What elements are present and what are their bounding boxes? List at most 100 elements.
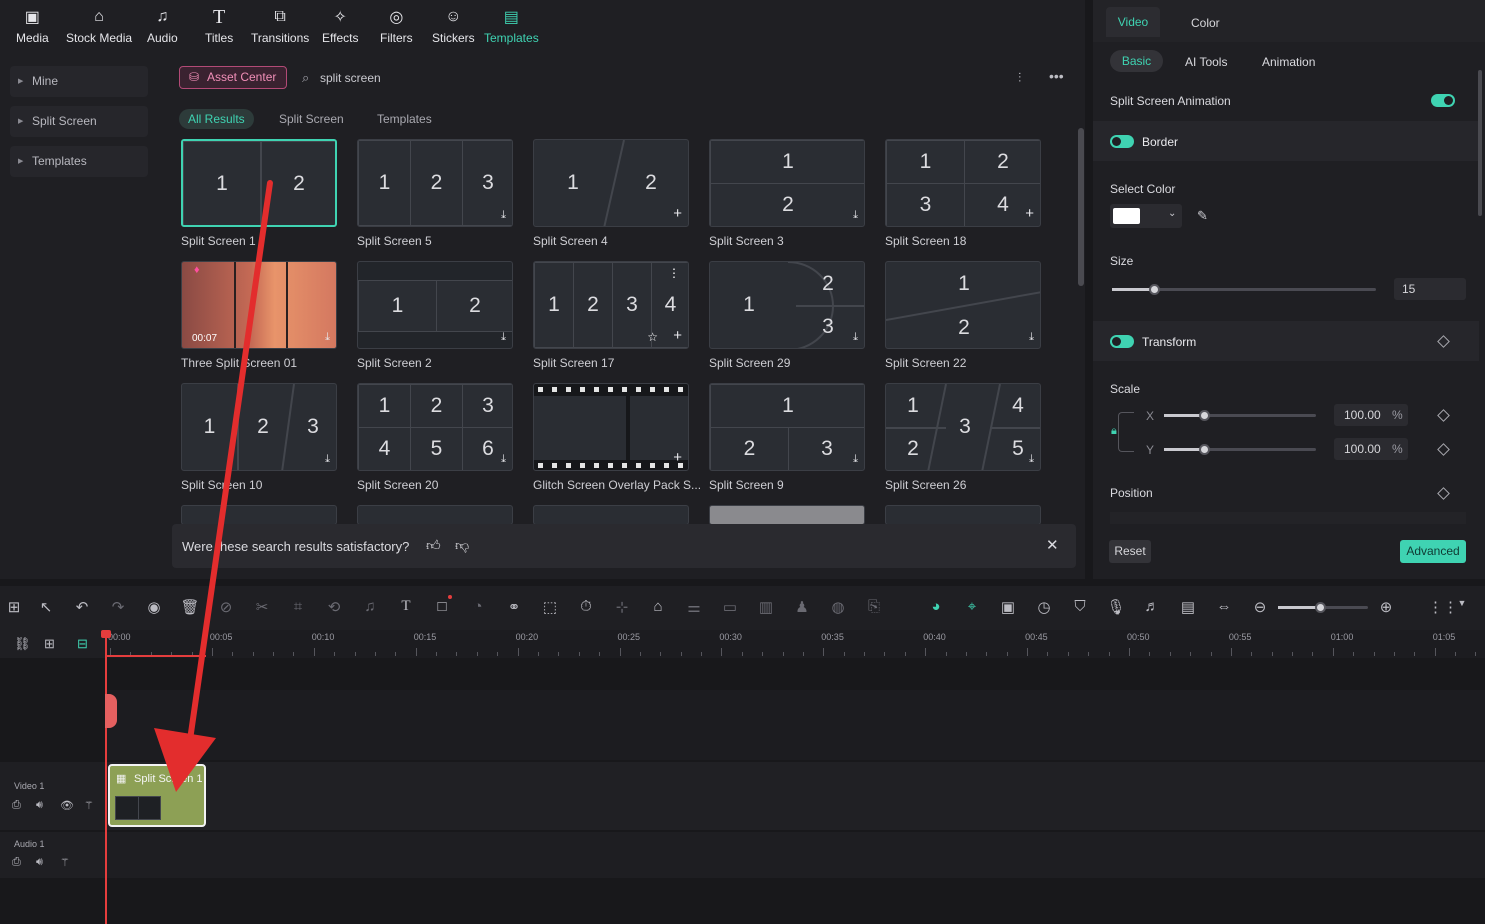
toolbar-stock-media[interactable]: ⌂ Stock Media	[66, 6, 132, 45]
magic-wand-icon[interactable]: ⚚	[84, 799, 94, 812]
template-thumb-split-screen-10[interactable]: 1 2 3 ⤓	[181, 383, 337, 471]
template-thumb-split-screen-4[interactable]: 1 2 +	[533, 139, 689, 227]
template-thumb-split-screen-9[interactable]: 1 2 3 ⤓	[709, 383, 865, 471]
filter-sort-icon[interactable]: ⫶	[1018, 70, 1021, 86]
play-circle-icon[interactable]: ◷	[1034, 598, 1054, 616]
download-icon[interactable]: ⤓	[853, 209, 858, 222]
scale-x-field[interactable]: 100.00%	[1334, 404, 1408, 426]
download-icon[interactable]: ⤓	[325, 453, 330, 466]
lock-track-icon[interactable]: ⎙	[12, 799, 21, 812]
template-thumb-split-screen-18[interactable]: 1 2 3 4 +	[885, 139, 1041, 227]
download-icon[interactable]: ⤓	[1029, 453, 1034, 466]
toolbar-effects[interactable]: ✧ Effects	[322, 6, 358, 45]
template-thumb-split-screen-17[interactable]: 1 2 3 4 ⋮ ☆ +	[533, 261, 689, 349]
music-list-icon[interactable]: ♬	[1142, 598, 1162, 615]
download-icon[interactable]: ⤓	[501, 209, 506, 222]
advanced-button[interactable]: Advanced	[1400, 540, 1466, 563]
voice-icon[interactable]: ◍	[828, 598, 848, 616]
add-icon[interactable]: +	[673, 205, 682, 222]
redo-icon[interactable]: ↷	[108, 598, 128, 616]
template-thumb-split-screen-5[interactable]: 1 2 3 ⤓	[357, 139, 513, 227]
add-track-icon[interactable]: ⊞	[44, 636, 55, 652]
asset-center-button[interactable]: ⛁ Asset Center	[179, 66, 287, 89]
add-icon[interactable]: +	[673, 449, 682, 466]
scale-y-field[interactable]: 100.00%	[1334, 438, 1408, 460]
layout-grid-icon[interactable]: ⊞	[4, 598, 24, 616]
select-tool-icon[interactable]: ↖	[36, 598, 56, 616]
view-options-icon[interactable]: ⋮⋮	[1428, 598, 1458, 616]
translate-icon[interactable]: ⎘	[864, 598, 884, 615]
filter-all-results[interactable]: All Results	[179, 109, 254, 129]
text-tool-icon[interactable]: T	[396, 598, 416, 615]
rectangle-tool-icon[interactable]: □	[432, 598, 452, 615]
ai-tool-icon[interactable]: ◉	[144, 598, 164, 616]
thumbs-down-icon[interactable]: 👎︎	[455, 537, 469, 554]
eyedropper-icon[interactable]: ✎	[1197, 208, 1208, 224]
effects-blend-icon[interactable]: ⚭	[504, 598, 524, 616]
toolbar-stickers[interactable]: ☺ Stickers	[432, 6, 475, 45]
fit-timeline-icon[interactable]: ⇔	[1214, 598, 1234, 615]
render-preview-icon[interactable]: ▣	[998, 598, 1018, 616]
tab-video[interactable]: Video	[1106, 7, 1160, 37]
color-picker-dropdown[interactable]: ⌄	[1110, 204, 1182, 228]
microphone-icon[interactable]: 🎙︎	[1106, 598, 1126, 616]
template-thumb-split-screen-20[interactable]: 1 2 3 4 5 6 ⤓	[357, 383, 513, 471]
download-icon[interactable]: ⤓	[1029, 331, 1034, 344]
tag-icon[interactable]: ⌂	[648, 598, 668, 615]
download-icon[interactable]: ⤓	[325, 331, 330, 344]
thumbs-up-icon[interactable]: 👍︎	[426, 537, 441, 554]
size-value-field[interactable]: 15	[1394, 278, 1466, 300]
zoom-slider[interactable]	[1278, 602, 1368, 613]
delete-icon[interactable]: 🗑︎	[180, 598, 200, 616]
template-thumb-partial[interactable]	[885, 505, 1041, 525]
audio-wave-icon[interactable]: ▥	[756, 598, 776, 616]
playhead-handle[interactable]	[101, 630, 111, 638]
template-thumb-three-split-screen-01[interactable]: ♦ 00:07 ⤓	[181, 261, 337, 349]
filter-templates[interactable]: Templates	[368, 109, 441, 129]
volume-icon[interactable]: 🔊︎	[36, 799, 43, 812]
disable-icon[interactable]: ⊘	[216, 598, 236, 616]
playhead[interactable]	[105, 633, 107, 924]
download-icon[interactable]: ⤓	[501, 453, 506, 466]
template-thumb-partial[interactable]	[181, 505, 337, 525]
tab-color[interactable]: Color	[1191, 16, 1220, 30]
template-thumb-split-screen-26[interactable]: 1 2 3 4 5 ⤓	[885, 383, 1041, 471]
toolbar-transitions[interactable]: ⧉ Transitions	[251, 6, 309, 45]
audio-edit-icon[interactable]: ♫	[360, 598, 380, 615]
crop-icon[interactable]: ⌗	[288, 598, 308, 615]
speed-icon[interactable]: ⟲	[324, 598, 344, 616]
split-screen-animation-toggle[interactable]	[1431, 94, 1455, 107]
video-clip-split-screen-1[interactable]: ▦ Split Screen 1	[108, 764, 206, 827]
color-match-icon[interactable]: ◔	[468, 598, 488, 615]
zoom-in-icon[interactable]: ⊕	[1376, 598, 1396, 616]
zoom-out-icon[interactable]: ⊖	[1250, 598, 1270, 616]
lock-track-icon[interactable]: ⎙	[12, 856, 21, 869]
library-scrollbar[interactable]	[1078, 128, 1084, 286]
shield-icon[interactable]: ⛉	[1070, 598, 1090, 615]
eye-icon[interactable]: 👁︎	[60, 799, 74, 812]
adjust-icon[interactable]: ⚌	[684, 598, 704, 616]
template-thumb-glitch-screen-overlay[interactable]: +	[533, 383, 689, 471]
toolbar-audio[interactable]: ♫ Audio	[147, 6, 178, 45]
favorite-star-icon[interactable]: ☆	[647, 330, 658, 344]
download-icon[interactable]: ⤓	[853, 453, 858, 466]
close-icon[interactable]: ✕	[1046, 536, 1059, 554]
snap-magnet-icon[interactable]: ⌖	[962, 598, 982, 615]
more-options-icon[interactable]: •••	[1049, 68, 1064, 84]
template-thumb-partial[interactable]	[533, 505, 689, 525]
clip-settings-icon[interactable]: ▤	[1178, 598, 1198, 616]
size-slider[interactable]	[1112, 284, 1376, 295]
magic-wand-icon[interactable]: ⚚	[60, 856, 70, 869]
timer-icon[interactable]: ⏱	[576, 598, 596, 615]
border-toggle[interactable]	[1110, 135, 1134, 148]
template-thumb-split-screen-3[interactable]: 1 2 ⤓	[709, 139, 865, 227]
toolbar-media[interactable]: ▣ Media	[16, 6, 49, 45]
filter-split-screen[interactable]: Split Screen	[270, 109, 353, 129]
panel-scrollbar[interactable]	[1478, 70, 1482, 216]
toolbar-templates[interactable]: ▤ Templates	[484, 6, 539, 45]
toolbar-titles[interactable]: T Titles	[205, 6, 233, 46]
track-manager-icon[interactable]: ⊟	[77, 636, 88, 652]
template-thumb-split-screen-2[interactable]: 1 2 ⤓	[357, 261, 513, 349]
split-scissors-icon[interactable]: ✂	[252, 598, 272, 616]
template-thumb-partial[interactable]	[357, 505, 513, 525]
